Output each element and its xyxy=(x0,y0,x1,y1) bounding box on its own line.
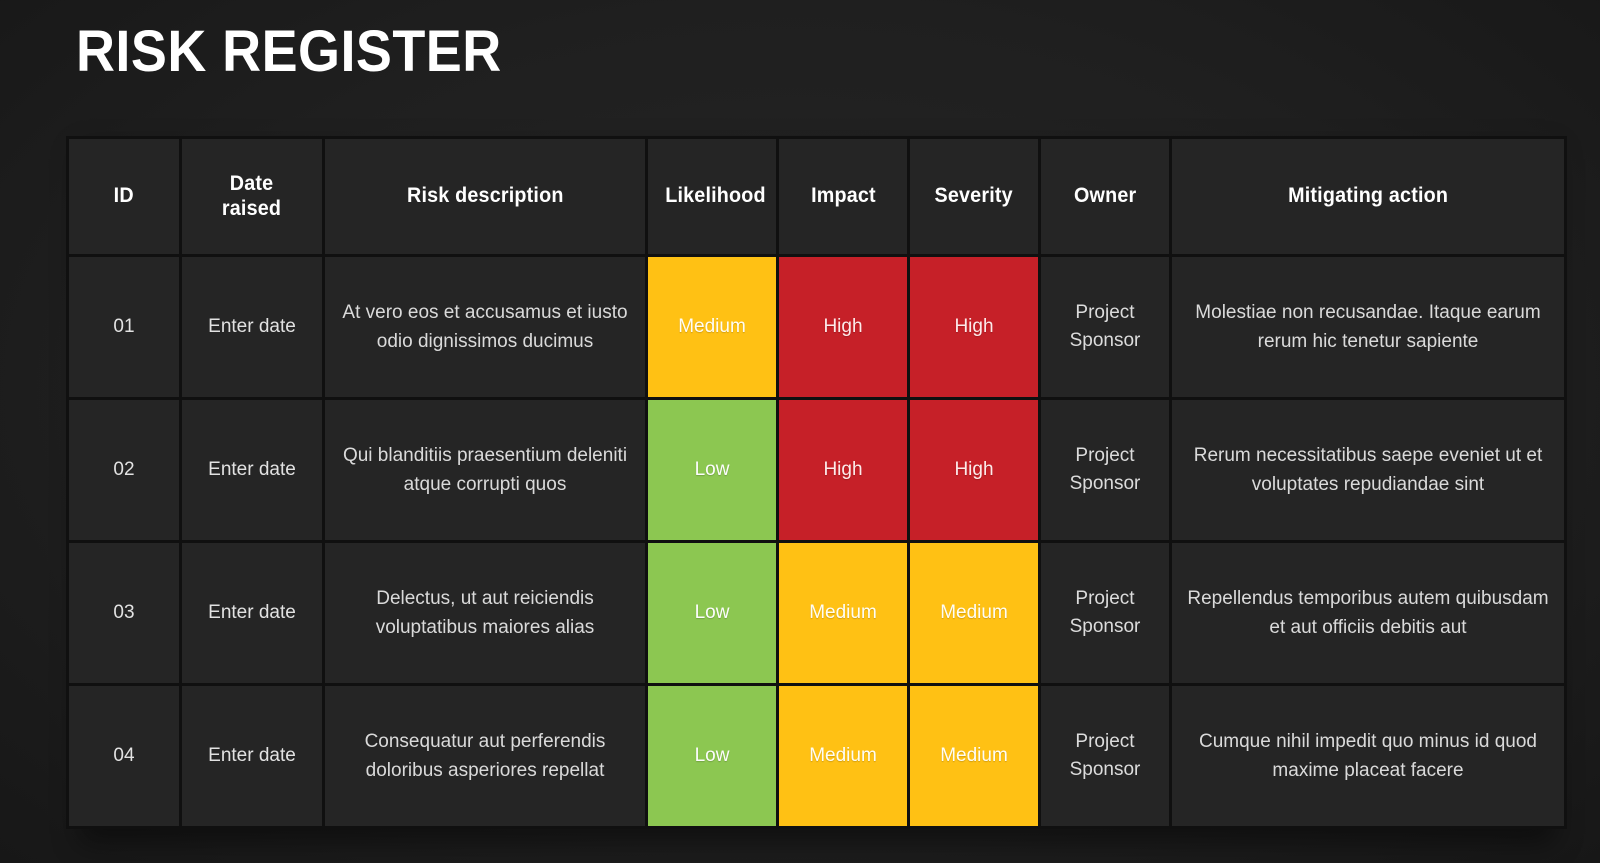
cell-risk-description[interactable]: Delectus, ut aut reiciendis voluptatibus… xyxy=(325,543,645,683)
column-header-impact-label: Impact xyxy=(810,184,876,208)
column-header-risk-description: Risk description xyxy=(325,139,645,254)
cell-date-raised[interactable]: Enter date xyxy=(182,257,322,397)
cell-id: 01 xyxy=(69,257,179,397)
cell-risk-description[interactable]: Consequatur aut perferendis doloribus as… xyxy=(325,686,645,826)
cell-owner[interactable]: Project Sponsor xyxy=(1041,543,1169,683)
cell-mitigating-action[interactable]: Cumque nihil impedit quo minus id quod m… xyxy=(1172,686,1564,826)
cell-date-raised[interactable]: Enter date xyxy=(182,400,322,540)
table-body: 01 Enter date At vero eos et accusamus et … xyxy=(69,257,1564,826)
column-header-id: ID xyxy=(69,139,179,254)
cell-likelihood[interactable]: Low xyxy=(648,543,776,683)
column-header-date-raised: Date raised xyxy=(182,139,322,254)
cell-impact[interactable]: High xyxy=(779,400,907,540)
cell-likelihood[interactable]: Low xyxy=(648,686,776,826)
column-header-date-raised-label: Date raised xyxy=(222,171,282,220)
table-row[interactable]: 02 Enter date Qui blanditiis praesentium d… xyxy=(69,400,1564,540)
column-header-id-label: ID xyxy=(113,184,135,208)
column-header-likelihood-label: Likelihood xyxy=(665,184,766,208)
column-header-impact: Impact xyxy=(779,139,907,254)
cell-date-raised[interactable]: Enter date xyxy=(182,686,322,826)
cell-severity[interactable]: High xyxy=(910,257,1038,397)
risk-register-page: RISK REGISTER ID Date raised Risk descri… xyxy=(0,0,1600,863)
cell-impact[interactable]: Medium xyxy=(779,686,907,826)
column-header-likelihood: Likelihood xyxy=(648,139,776,254)
cell-mitigating-action[interactable]: Repellendus temporibus autem quibusdam e… xyxy=(1172,543,1564,683)
risk-register-table-container: ID Date raised Risk description Likeliho… xyxy=(66,136,1567,829)
page-title: RISK REGISTER xyxy=(76,19,502,84)
cell-risk-description[interactable]: At vero eos et accusamus et iusto odio d… xyxy=(325,257,645,397)
table-row[interactable]: 01 Enter date At vero eos et accusamus et … xyxy=(69,257,1564,397)
cell-risk-description[interactable]: Qui blanditiis praesentium deleniti atqu… xyxy=(325,400,645,540)
risk-register-table: ID Date raised Risk description Likeliho… xyxy=(66,136,1567,829)
table-row[interactable]: 03 Enter date Delectus, ut aut reiciendis … xyxy=(69,543,1564,683)
column-header-risk-description-label: Risk description xyxy=(406,184,564,208)
cell-owner[interactable]: Project Sponsor xyxy=(1041,686,1169,826)
cell-severity[interactable]: Medium xyxy=(910,543,1038,683)
cell-severity[interactable]: High xyxy=(910,400,1038,540)
cell-impact[interactable]: Medium xyxy=(779,543,907,683)
column-header-mitigating-action: Mitigating action xyxy=(1172,139,1564,254)
table-header: ID Date raised Risk description Likeliho… xyxy=(69,139,1564,254)
cell-owner[interactable]: Project Sponsor xyxy=(1041,400,1169,540)
column-header-owner-label: Owner xyxy=(1073,184,1137,208)
cell-mitigating-action[interactable]: Rerum necessitatibus saepe eveniet ut et… xyxy=(1172,400,1564,540)
cell-severity[interactable]: Medium xyxy=(910,686,1038,826)
cell-likelihood[interactable]: Low xyxy=(648,400,776,540)
cell-owner[interactable]: Project Sponsor xyxy=(1041,257,1169,397)
cell-likelihood[interactable]: Medium xyxy=(648,257,776,397)
column-header-severity: Severity xyxy=(910,139,1038,254)
column-header-owner: Owner xyxy=(1041,139,1169,254)
column-header-severity-label: Severity xyxy=(934,184,1014,208)
cell-impact[interactable]: High xyxy=(779,257,907,397)
cell-id: 04 xyxy=(69,686,179,826)
table-header-row: ID Date raised Risk description Likeliho… xyxy=(69,139,1564,254)
cell-mitigating-action[interactable]: Molestiae non recusandae. Itaque earum r… xyxy=(1172,257,1564,397)
cell-id: 02 xyxy=(69,400,179,540)
table-row[interactable]: 04 Enter date Consequatur aut perferendis … xyxy=(69,686,1564,826)
cell-date-raised[interactable]: Enter date xyxy=(182,543,322,683)
column-header-mitigating-action-label: Mitigating action xyxy=(1287,184,1449,208)
cell-id: 03 xyxy=(69,543,179,683)
